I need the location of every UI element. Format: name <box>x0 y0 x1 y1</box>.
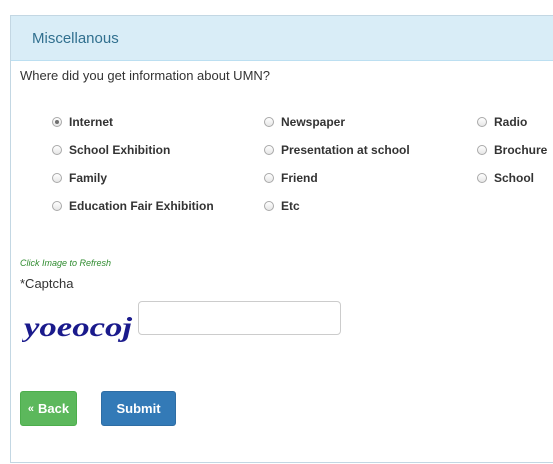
option-radio[interactable]: Radio <box>477 115 527 129</box>
radio-internet[interactable] <box>52 117 62 127</box>
radio-friend[interactable] <box>264 173 274 183</box>
captcha-input[interactable] <box>138 301 341 335</box>
submit-button[interactable]: Submit <box>101 391 176 426</box>
option-newspaper[interactable]: Newspaper <box>264 115 345 129</box>
back-arrow-icon: « <box>27 402 35 415</box>
option-label: School <box>494 171 535 185</box>
option-internet[interactable]: Internet <box>52 115 113 129</box>
radio-school[interactable] <box>477 173 487 183</box>
option-brochure[interactable]: Brochure <box>477 143 547 157</box>
option-label: Radio <box>494 115 528 129</box>
option-education-fair-exhibition[interactable]: Education Fair Exhibition <box>52 199 214 213</box>
option-school-exhibition[interactable]: School Exhibition <box>52 143 170 157</box>
radio-brochure[interactable] <box>477 145 487 155</box>
option-friend[interactable]: Friend <box>264 171 318 185</box>
back-button[interactable]: « Back <box>20 391 77 426</box>
captcha-text: yoeocoj <box>22 312 133 342</box>
option-label: School Exhibition <box>69 143 171 157</box>
captcha-label: *Captcha <box>20 276 74 291</box>
panel-title: Miscellanous <box>32 29 119 47</box>
captcha-image[interactable]: yoeocoj <box>22 304 140 348</box>
radio-presentation-at-school[interactable] <box>264 145 274 155</box>
option-label: Internet <box>69 115 114 129</box>
option-label: Brochure <box>494 143 548 157</box>
panel-header: Miscellanous <box>11 16 553 61</box>
radio-family[interactable] <box>52 173 62 183</box>
option-presentation-at-school[interactable]: Presentation at school <box>264 143 410 157</box>
radio-etc[interactable] <box>264 201 274 211</box>
radio-newspaper[interactable] <box>264 117 274 127</box>
info-source-question: Where did you get information about UMN? <box>20 68 271 83</box>
radio-radio[interactable] <box>477 117 487 127</box>
option-label: Etc <box>281 199 300 213</box>
back-button-label: Back <box>38 401 70 416</box>
option-label: Newspaper <box>281 115 346 129</box>
radio-school-exhibition[interactable] <box>52 145 62 155</box>
option-family[interactable]: Family <box>52 171 107 185</box>
option-school[interactable]: School <box>477 171 534 185</box>
option-label: Family <box>69 171 108 185</box>
option-etc[interactable]: Etc <box>264 199 300 213</box>
captcha-refresh-hint: Click Image to Refresh <box>20 258 112 268</box>
option-label: Presentation at school <box>281 143 410 157</box>
option-label: Education Fair Exhibition <box>69 199 214 213</box>
option-label: Friend <box>281 171 318 185</box>
radio-education-fair-exhibition[interactable] <box>52 201 62 211</box>
